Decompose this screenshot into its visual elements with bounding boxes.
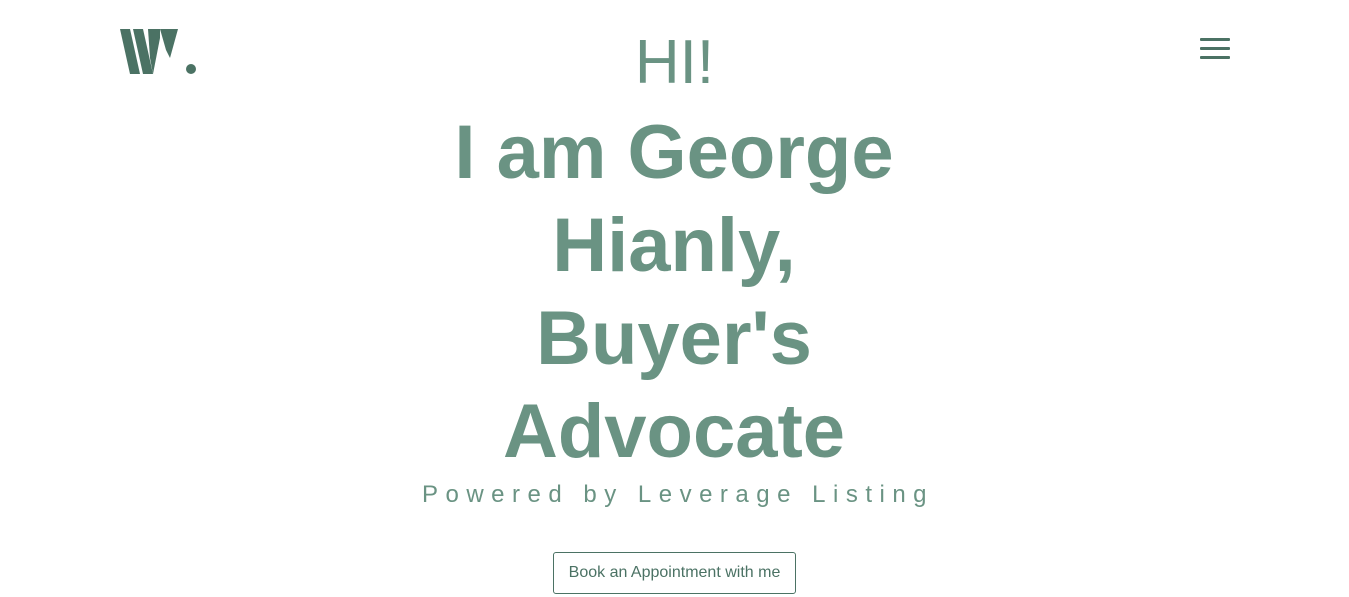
headline-line: Advocate (502, 389, 846, 474)
hero-headline: I am George Hianly, Buyer's Advocate (424, 106, 924, 478)
headline-line: Buyer's (536, 296, 812, 381)
greeting-text: HI! (634, 28, 715, 97)
book-appointment-button[interactable]: Book an Appointment with me (553, 552, 796, 594)
headline-line: I am George (454, 110, 894, 195)
headline-line: Hianly, (552, 203, 796, 288)
tagline: Powered by Leverage Listing (421, 481, 935, 508)
